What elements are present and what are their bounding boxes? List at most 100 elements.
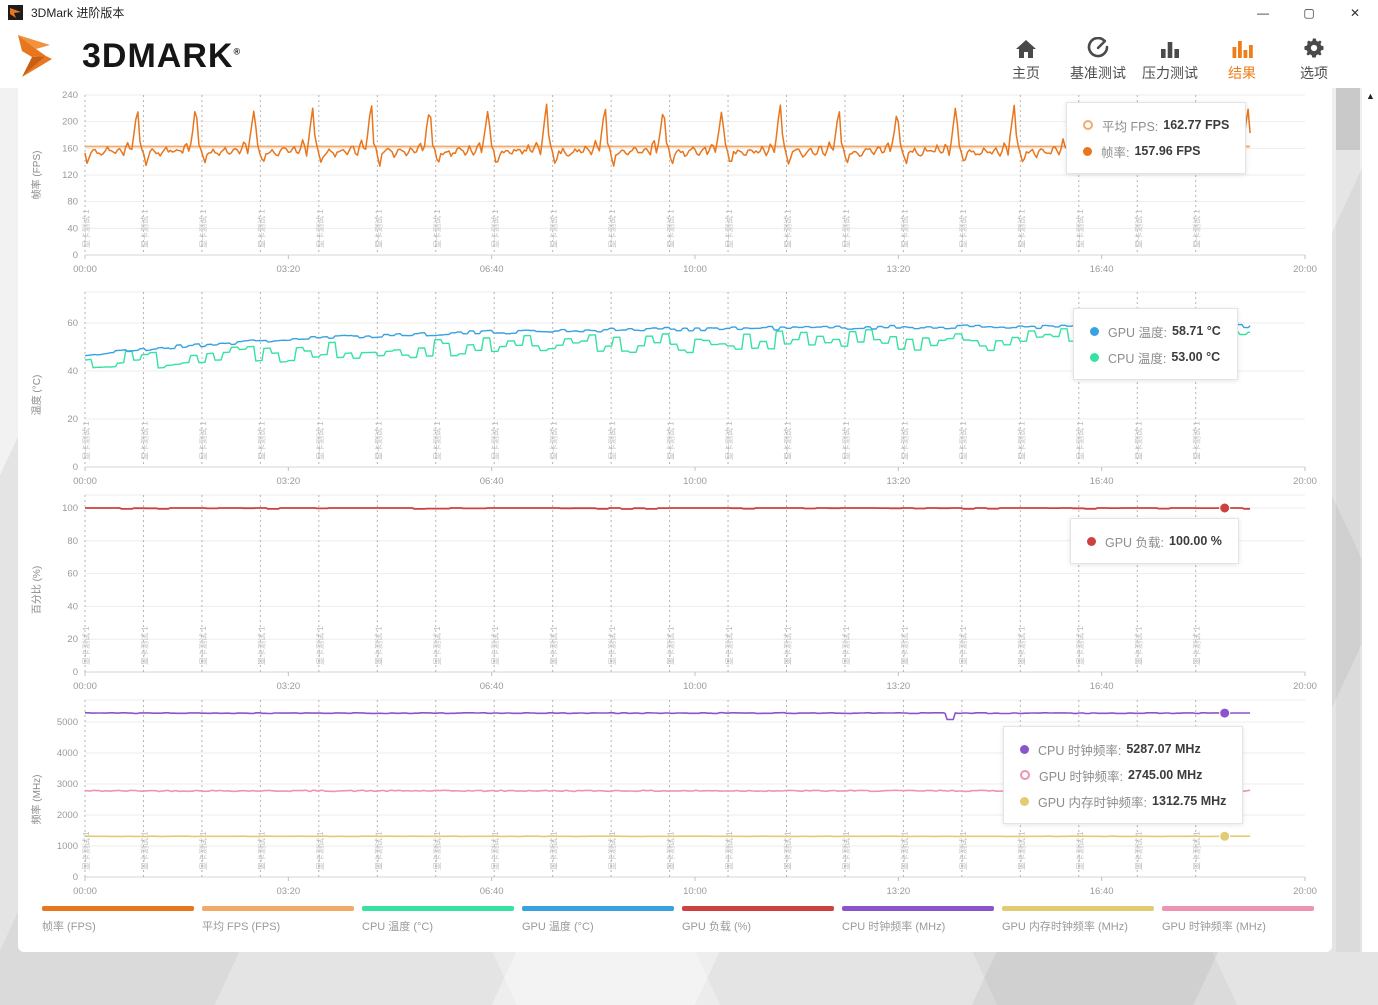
svg-text:40: 40 — [67, 366, 78, 377]
app-header: 3DMARK® 主页 基准测试 压力测试 结果 选项 — [0, 25, 1378, 88]
svg-text:显卡测试 1: 显卡测试 1 — [958, 626, 968, 665]
legend-item[interactable]: GPU 内存时钟频率 (MHz) — [1002, 906, 1160, 934]
svg-text:显卡测试 1: 显卡测试 1 — [432, 626, 442, 665]
bars-icon — [1134, 31, 1206, 59]
svg-text:显卡测试 1: 显卡测试 1 — [607, 209, 617, 248]
nav-item-benchmark[interactable]: 基准测试 — [1062, 31, 1134, 83]
tooltip-label: GPU 内存时钟频率: — [1038, 795, 1148, 810]
tooltip-row: GPU 温度: 58.71 °C — [1090, 318, 1221, 344]
tooltip-row: GPU 负载: 100.00 % — [1087, 528, 1222, 554]
svg-text:显卡测试 1: 显卡测试 1 — [315, 421, 325, 460]
scrollbar-track[interactable] — [1336, 88, 1360, 952]
tooltip-label: 帧率: — [1101, 145, 1130, 160]
legend-label: GPU 时钟频率 (MHz) — [1162, 921, 1266, 933]
svg-text:显卡测试 1: 显卡测试 1 — [139, 421, 149, 460]
svg-text:显卡测试 1: 显卡测试 1 — [256, 421, 266, 460]
legend-item[interactable]: GPU 时钟频率 (MHz) — [1162, 906, 1320, 934]
svg-text:06:40: 06:40 — [480, 886, 504, 897]
legend-color-bar — [362, 906, 514, 911]
tooltip-row: GPU 内存时钟频率: 1312.75 MHz — [1020, 788, 1226, 814]
svg-text:16:40: 16:40 — [1090, 886, 1114, 897]
svg-text:160: 160 — [62, 143, 78, 154]
svg-text:00:00: 00:00 — [73, 264, 97, 275]
svg-text:显卡测试 1: 显卡测试 1 — [549, 626, 559, 665]
scrollbar-strip — [1362, 88, 1378, 952]
home-icon — [990, 31, 1062, 59]
tooltip-value: 2745.00 MHz — [1128, 768, 1203, 782]
svg-text:频率 (MHz): 频率 (MHz) — [30, 775, 43, 825]
svg-text:20: 20 — [67, 634, 78, 645]
nav-item-options[interactable]: 选项 — [1278, 31, 1350, 83]
close-button[interactable]: ✕ — [1332, 0, 1378, 25]
result-bars-icon — [1206, 31, 1278, 59]
svg-text:10:00: 10:00 — [683, 264, 707, 275]
window-title-bar: 3DMark 进阶版本 — ▢ ✕ — [0, 0, 1378, 25]
svg-text:显卡测试 1: 显卡测试 1 — [724, 209, 734, 248]
svg-text:显卡测试 1: 显卡测试 1 — [1192, 626, 1202, 665]
logo-flame-icon — [18, 35, 52, 77]
scrollbar-thumb[interactable] — [1336, 88, 1360, 150]
svg-text:显卡测试 1: 显卡测试 1 — [1075, 421, 1085, 460]
legend-color-bar — [842, 906, 994, 911]
svg-text:06:40: 06:40 — [480, 681, 504, 692]
svg-text:显卡测试 1: 显卡测试 1 — [1133, 626, 1143, 665]
legend-color-bar — [682, 906, 834, 911]
series-dot-icon — [1020, 744, 1029, 754]
svg-text:显卡测试 1: 显卡测试 1 — [1133, 421, 1143, 460]
svg-text:80: 80 — [67, 197, 78, 208]
nav-item-results[interactable]: 结果 — [1206, 31, 1278, 83]
legend-item[interactable]: CPU 时钟频率 (MHz) — [842, 906, 1000, 934]
svg-text:显卡测试 1: 显卡测试 1 — [899, 626, 909, 665]
svg-text:显卡测试 1: 显卡测试 1 — [490, 626, 500, 665]
svg-text:100: 100 — [62, 503, 78, 514]
nav-item-home[interactable]: 主页 — [990, 31, 1062, 83]
3dmark-window: 3DMark 进阶版本 — ▢ ✕ 3DMARK® 主页 基准测试 压力测试 结… — [0, 0, 1378, 1005]
svg-text:10:00: 10:00 — [683, 886, 707, 897]
svg-text:0: 0 — [73, 667, 78, 678]
tooltip-value: 157.96 FPS — [1134, 144, 1201, 158]
svg-text:显卡测试 1: 显卡测试 1 — [373, 209, 383, 248]
svg-text:4000: 4000 — [57, 748, 78, 759]
svg-text:显卡测试 1: 显卡测试 1 — [666, 209, 676, 248]
svg-text:40: 40 — [67, 223, 78, 234]
svg-text:00:00: 00:00 — [73, 476, 97, 487]
svg-text:显卡测试 1: 显卡测试 1 — [432, 209, 442, 248]
legend-item[interactable]: 帧率 (FPS) — [42, 906, 200, 934]
series-dot-icon — [1090, 352, 1099, 362]
tooltip-value: 58.71 °C — [1172, 324, 1221, 338]
series-dot-icon — [1083, 146, 1092, 156]
scroll-up-arrow[interactable]: ▲ — [1364, 90, 1377, 102]
svg-text:显卡测试 1: 显卡测试 1 — [958, 209, 968, 248]
tooltip-row: GPU 时钟频率: 2745.00 MHz — [1020, 762, 1226, 788]
nav-item-stress-test[interactable]: 压力测试 — [1134, 31, 1206, 83]
svg-text:显卡测试 1: 显卡测试 1 — [315, 209, 325, 248]
svg-text:显卡测试 1: 显卡测试 1 — [198, 626, 208, 665]
tooltip-gpu-load: GPU 负载: 100.00 % — [1070, 518, 1239, 564]
svg-text:0: 0 — [73, 872, 78, 883]
svg-text:显卡测试 1: 显卡测试 1 — [198, 421, 208, 460]
registered-mark: ® — [233, 46, 242, 57]
legend-color-bar — [42, 906, 194, 911]
svg-text:显卡测试 1: 显卡测试 1 — [607, 626, 617, 665]
tooltip-label: GPU 负载: — [1105, 535, 1165, 550]
svg-text:20:00: 20:00 — [1293, 681, 1317, 692]
svg-text:显卡测试 1: 显卡测试 1 — [315, 626, 325, 665]
svg-text:显卡测试 1: 显卡测试 1 — [256, 209, 266, 248]
svg-text:13:20: 13:20 — [886, 681, 910, 692]
legend-item[interactable]: 平均 FPS (FPS) — [202, 906, 360, 934]
legend-item[interactable]: GPU 负载 (%) — [682, 906, 840, 934]
legend-color-bar — [1162, 906, 1314, 911]
svg-text:显卡测试 1: 显卡测试 1 — [1192, 421, 1202, 460]
svg-text:显卡测试 1: 显卡测试 1 — [490, 209, 500, 248]
svg-text:显卡测试 1: 显卡测试 1 — [1133, 209, 1143, 248]
svg-text:显卡测试 1: 显卡测试 1 — [139, 209, 149, 248]
tooltip-clocks: CPU 时钟频率: 5287.07 MHz GPU 时钟频率: 2745.00 MHz… — [1003, 726, 1244, 824]
svg-text:显卡测试 1: 显卡测试 1 — [549, 421, 559, 460]
svg-text:显卡测试 1: 显卡测试 1 — [139, 626, 149, 665]
legend-item[interactable]: CPU 温度 (°C) — [362, 906, 520, 934]
legend-item[interactable]: GPU 温度 (°C) — [522, 906, 680, 934]
svg-text:显卡测试 1: 显卡测试 1 — [81, 209, 91, 248]
maximize-button[interactable]: ▢ — [1286, 0, 1332, 25]
svg-text:显卡测试 1: 显卡测试 1 — [81, 421, 91, 460]
minimize-button[interactable]: — — [1240, 0, 1286, 25]
